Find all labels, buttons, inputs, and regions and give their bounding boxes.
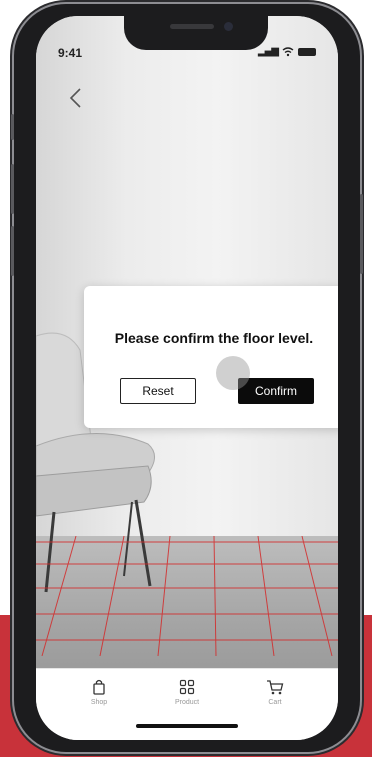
cart-icon	[267, 680, 284, 695]
mute-switch	[11, 114, 14, 140]
tab-cart-label: Cart	[268, 699, 282, 706]
phone-frame: 9:41 ▂▄▆ Please confirm the floor level.…	[11, 4, 363, 752]
status-icons: ▂▄▆	[258, 46, 316, 57]
reset-button[interactable]: Reset	[120, 378, 196, 404]
tab-product-label: Product	[174, 699, 200, 706]
status-time: 9:41	[58, 46, 83, 60]
volume-down-button	[11, 226, 14, 276]
battery-icon	[298, 47, 316, 56]
app-screen: 9:41 ▂▄▆ Please confirm the floor level.…	[36, 16, 338, 740]
dialog-title: Please confirm the floor level.	[114, 330, 314, 346]
touch-indicator	[216, 356, 250, 390]
power-button	[360, 194, 363, 274]
bottom-tab-bar: Shop Product Cart	[36, 668, 338, 740]
floor-level-grid	[36, 536, 338, 656]
shopping-bag-icon	[93, 679, 105, 695]
tab-shop[interactable]: Shop	[64, 679, 134, 706]
back-chevron-icon[interactable]	[66, 86, 86, 110]
tab-cart[interactable]: Cart	[240, 679, 310, 706]
confirm-floor-dialog: Please confirm the floor level. Reset Co…	[84, 286, 338, 428]
grid-icon	[179, 679, 195, 695]
confirm-button[interactable]: Confirm	[238, 378, 314, 404]
tab-product[interactable]: Product	[152, 679, 222, 706]
status-bar: 9:41 ▂▄▆	[36, 16, 338, 60]
volume-up-button	[11, 164, 14, 214]
tab-shop-label: Shop	[90, 699, 108, 706]
signal-icon: ▂▄▆	[257, 46, 279, 57]
home-indicator	[136, 724, 238, 728]
wifi-icon	[282, 46, 294, 56]
